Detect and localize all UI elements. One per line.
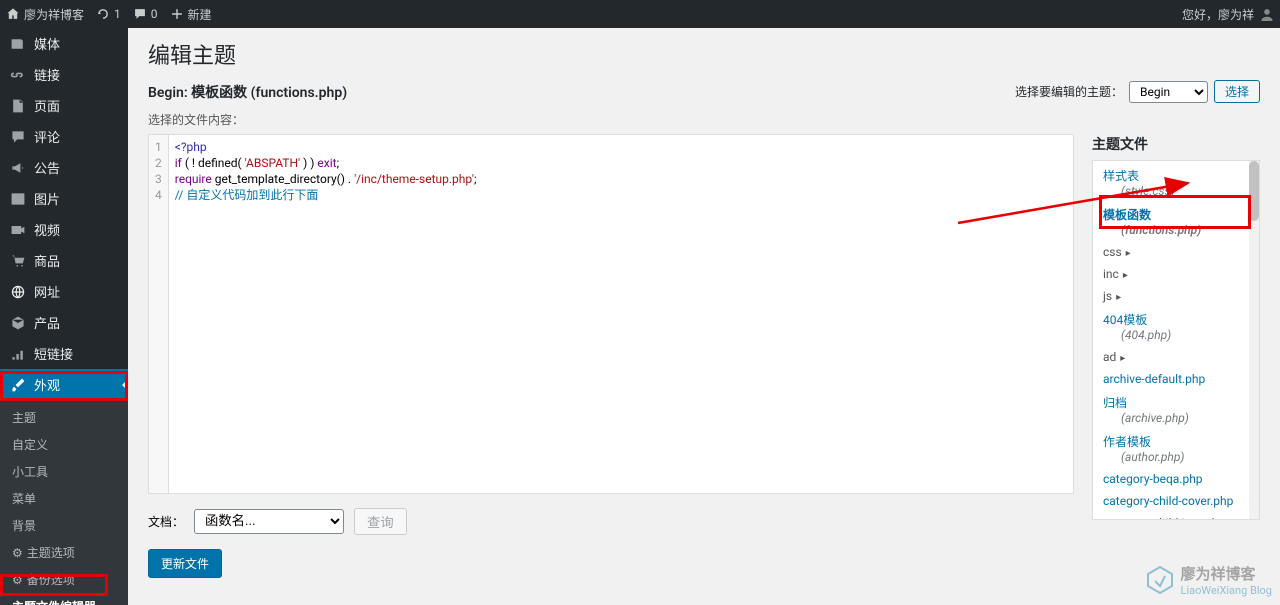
watermark-logo-icon [1145,565,1175,595]
file-header: Begin: 模板函数 (functions.php) [148,82,347,102]
megaphone-icon [10,160,26,176]
sidebar-item-media[interactable]: 媒体 [0,28,128,59]
sidebar-item-appearance[interactable]: 外观 [0,369,128,400]
admin-topbar: 廖为祥博客 1 0 新建 您好，廖为祥 [0,0,1280,28]
sidebar-label: 视频 [34,220,60,239]
submenu-item[interactable]: 主题文件编辑器 [0,593,128,605]
code-editor[interactable]: 1234 <?phpif ( ! defined( 'ABSPATH' ) ) … [148,134,1074,494]
topbar-new[interactable]: 新建 [170,6,212,23]
sidebar-label: 评论 [34,127,60,146]
theme-file-item[interactable]: inc [1093,263,1259,285]
sidebar-label: 短链接 [34,344,73,363]
topbar-comments[interactable]: 0 [133,7,158,21]
comment-icon [133,7,147,21]
sidebar-label: 公告 [34,158,60,177]
sidebar-item-comment[interactable]: 评论 [0,121,128,152]
sidebar-label: 媒体 [34,34,60,53]
site-name: 廖为祥博客 [24,6,84,23]
watermark: 廖为祥博客 LiaoWeiXiang Blog [1145,563,1272,597]
cart-icon [10,253,26,269]
topbar-site[interactable]: 廖为祥博客 [6,6,84,23]
submenu-item[interactable]: ⚙主题选项 [0,539,128,566]
sidebar-label: 外观 [34,375,60,394]
theme-file-item[interactable]: 作者模板(author.php) [1093,429,1259,468]
sidebar-item-image[interactable]: 图片 [0,183,128,214]
theme-file-item[interactable]: ad [1093,346,1259,368]
plus-icon [170,7,184,21]
sidebar-item-link[interactable]: 链接 [0,59,128,90]
theme-file-item[interactable]: category-beqa.php [1093,468,1259,490]
theme-file-item[interactable]: archive-default.php [1093,368,1259,390]
product-icon [10,315,26,331]
theme-file-item[interactable]: category-child-img.php [1093,512,1259,520]
submenu-item[interactable]: 自定义 [0,431,128,458]
sidebar-label: 产品 [34,313,60,332]
line-numbers: 1234 [149,135,169,493]
theme-file-list[interactable]: 样式表(style.css)模板函数(functions.php)cssincj… [1092,160,1260,520]
select-theme-button[interactable]: 选择 [1214,80,1260,103]
new-label: 新建 [188,6,212,23]
sidebar-label: 商品 [34,251,60,270]
gear-icon: ⚙ [12,546,23,560]
sidebar-item-chart[interactable]: 短链接 [0,338,128,369]
comments-count: 0 [151,7,158,21]
theme-file-item[interactable]: css [1093,241,1259,263]
appearance-submenu: 主题自定义小工具菜单背景⚙主题选项⚙备份选项主题文件编辑器 [0,400,128,605]
sidebar-item-page[interactable]: 页面 [0,90,128,121]
topbar-updates[interactable]: 1 [96,7,121,21]
submenu-item[interactable]: 背景 [0,512,128,539]
sidebar-item-video[interactable]: 视频 [0,214,128,245]
annotation-highlight-functions [1099,195,1251,229]
submenu-item[interactable]: 小工具 [0,458,128,485]
gear-icon: ⚙ [12,573,23,587]
theme-file-item[interactable]: category-child-cover.php [1093,490,1259,512]
globe-icon [10,284,26,300]
theme-select-label: 选择要编辑的主题： [1015,83,1123,100]
greeting[interactable]: 您好，廖为祥 [1182,6,1254,23]
comment-icon [10,129,26,145]
sidebar-label: 网址 [34,282,60,301]
function-lookup-select[interactable]: 函数名... [194,509,344,534]
update-file-button[interactable]: 更新文件 [148,549,222,578]
theme-file-item[interactable]: 归档(archive.php) [1093,390,1259,429]
home-icon [6,7,20,21]
code-content[interactable]: <?phpif ( ! defined( 'ABSPATH' ) ) exit;… [169,135,1073,493]
refresh-icon [96,7,110,21]
sidebar-item-cart[interactable]: 商品 [0,245,128,276]
sidebar-item-globe[interactable]: 网址 [0,276,128,307]
image-icon [10,191,26,207]
theme-select[interactable]: Begin [1129,81,1208,103]
page-title: 编辑主题 [148,38,1260,70]
theme-file-item[interactable]: 404模板(404.php) [1093,307,1259,346]
sidebar-item-product[interactable]: 产品 [0,307,128,338]
selected-file-label: 选择的文件内容： [148,111,1260,128]
updates-count: 1 [114,7,121,21]
lookup-label: 文档： [148,513,184,530]
admin-sidebar: 媒体链接页面评论公告图片视频商品网址产品短链接 外观 主题自定义小工具菜单背景⚙… [0,28,128,605]
brush-icon [10,377,26,393]
video-icon [10,222,26,238]
submenu-item[interactable]: 主题 [0,404,128,431]
media-icon [10,36,26,52]
submenu-item[interactable]: ⚙备份选项 [0,566,128,593]
page-icon [10,98,26,114]
sidebar-label: 图片 [34,189,60,208]
lookup-button[interactable]: 查询 [354,508,407,535]
link-icon [10,67,26,83]
submenu-item[interactable]: 菜单 [0,485,128,512]
sidebar-label: 页面 [34,96,60,115]
chart-icon [10,346,26,362]
sidebar-item-megaphone[interactable]: 公告 [0,152,128,183]
main-content: 编辑主题 Begin: 模板函数 (functions.php) 选择要编辑的主… [128,28,1280,605]
theme-file-item[interactable]: js [1093,285,1259,307]
user-icon [1260,7,1274,21]
theme-files-title: 主题文件 [1092,134,1260,154]
sidebar-label: 链接 [34,65,60,84]
